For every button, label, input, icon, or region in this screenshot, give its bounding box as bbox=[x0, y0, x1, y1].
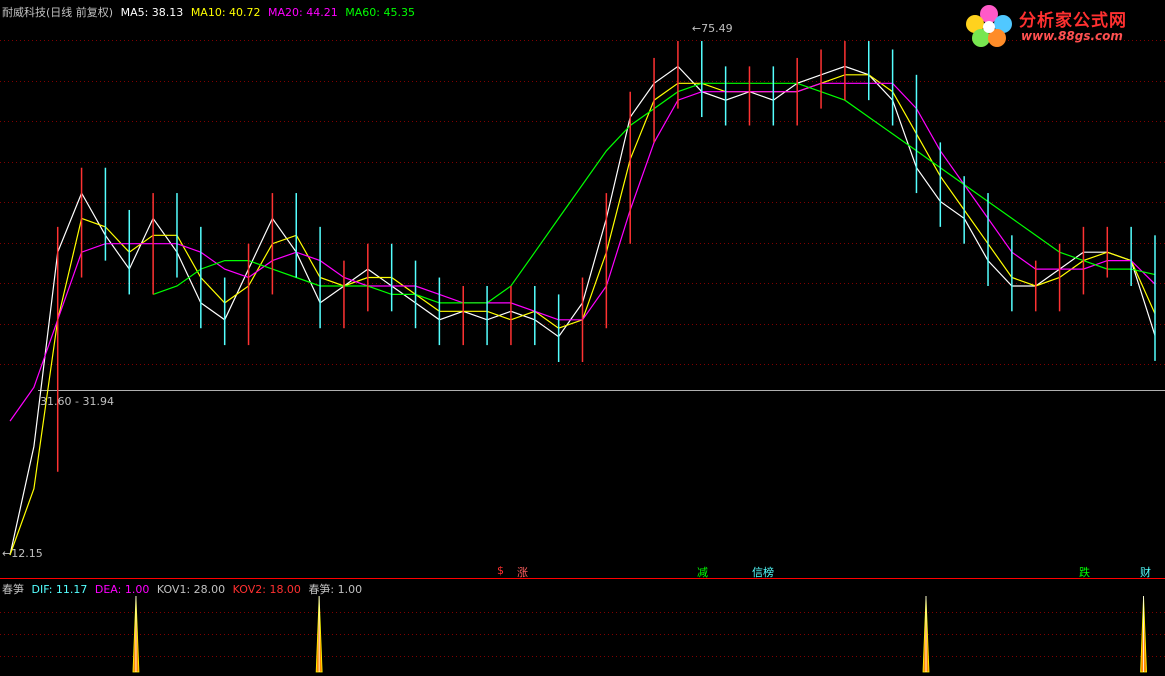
logo: 分析家公式网 www.88gs.com bbox=[961, 2, 1161, 48]
low-price-label: ←12.15 bbox=[2, 547, 43, 560]
range-label: 31.60 - 31.94 bbox=[40, 395, 114, 408]
signal-marker: 跌 bbox=[1079, 566, 1090, 579]
flower-logo-icon bbox=[966, 5, 1012, 47]
chart-canvas[interactable]: ←75.49 ←12.15 31.60 - 31.94 bbox=[0, 0, 1165, 676]
kov1-value: KOV1: 28.00 bbox=[156, 583, 226, 596]
kov2-value: KOV2: 18.00 bbox=[232, 583, 301, 596]
chunsun-value: 春笋: 1.00 bbox=[308, 583, 363, 596]
dif-value: DIF: 11.17 bbox=[31, 583, 88, 596]
stock-title: 耐威科技(日线 前复权) bbox=[2, 6, 114, 19]
ma20-value: MA20: 44.21 bbox=[268, 6, 338, 19]
signal-marker: 涨 bbox=[517, 566, 528, 579]
signal-marker: 减 bbox=[697, 566, 708, 579]
signal-marker: 信榜 bbox=[752, 566, 774, 579]
ma10-value: MA10: 40.72 bbox=[190, 6, 261, 19]
high-price-label: ←75.49 bbox=[692, 22, 733, 35]
stock-chart-window[interactable]: ←75.49 ←12.15 31.60 - 31.94 耐威科技(日线 前复权) M… bbox=[0, 0, 1165, 676]
logo-url: www.88gs.com bbox=[1021, 29, 1123, 43]
ma5-value: MA5: 38.13 bbox=[120, 6, 184, 19]
indicator-header: 春笋 DIF: 11.17 DEA: 1.00 KOV1: 28.00 KOV2… bbox=[2, 581, 366, 597]
chart-header: 耐威科技(日线 前复权) MA5: 38.13 MA10: 40.72 MA20… bbox=[2, 4, 419, 20]
dea-value: DEA: 1.00 bbox=[94, 583, 150, 596]
signal-marker: $ bbox=[497, 564, 504, 577]
signal-marker: 财 bbox=[1140, 566, 1151, 579]
indicator-name: 春笋 bbox=[2, 583, 24, 596]
logo-text: 分析家公式网 bbox=[1019, 11, 1127, 31]
ma60-value: MA60: 45.35 bbox=[345, 6, 415, 19]
